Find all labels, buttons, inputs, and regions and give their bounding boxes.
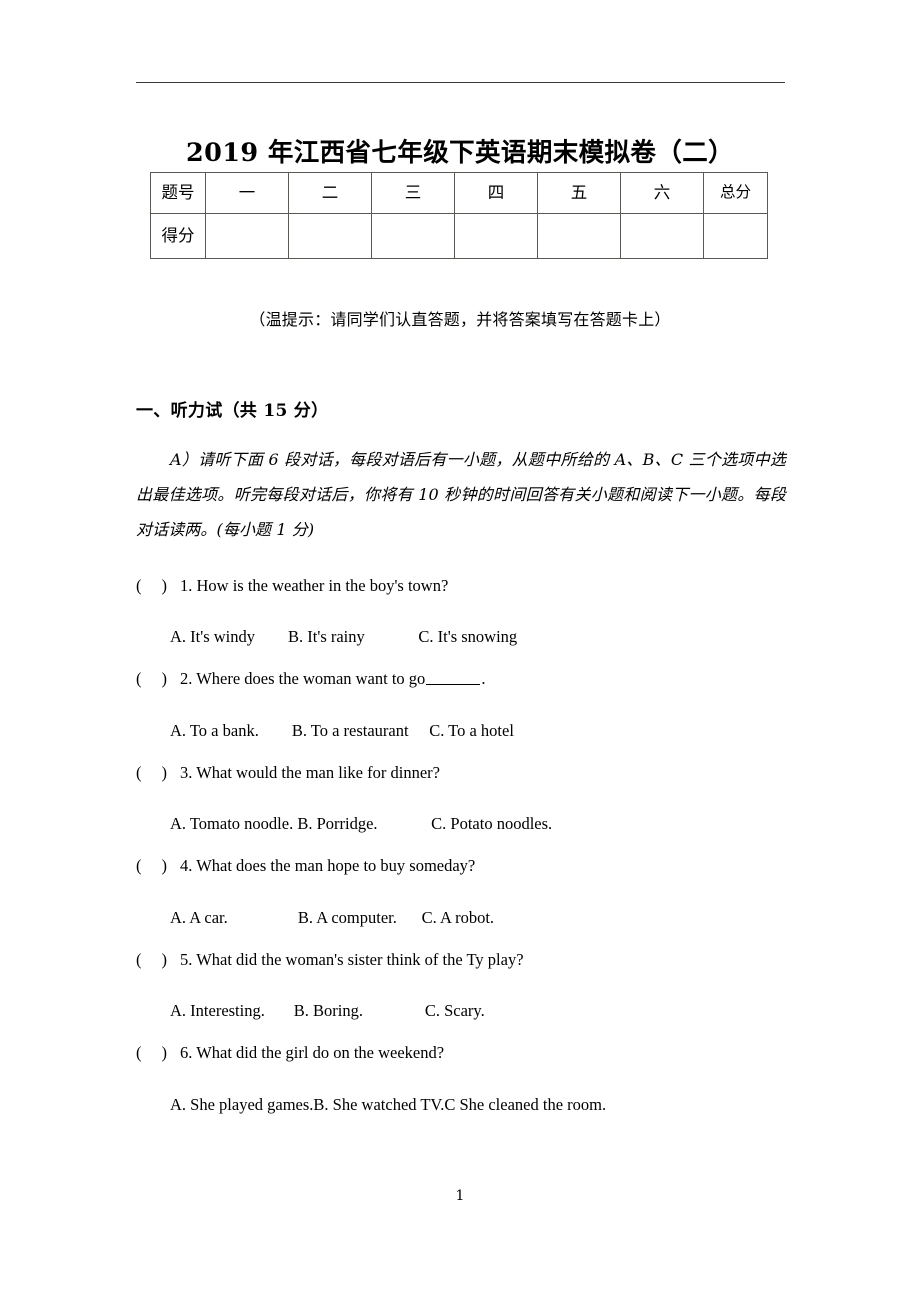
question-item: () 4. What does the man hope to buy somed…: [136, 854, 786, 931]
question-stem: () 3. What would the man like for dinner?: [136, 761, 786, 786]
score-table: 题号 一 二 三 四 五 六 总分 得分: [150, 172, 768, 259]
row-label-question-number: 题号: [150, 172, 206, 214]
score-cell-2[interactable]: [288, 213, 372, 259]
question-number: 6.: [180, 1043, 193, 1063]
column-header-4: 四: [454, 172, 538, 214]
table-row-question-numbers: 题号 一 二 三 四 五 六 总分: [150, 172, 768, 214]
question-stem: () 1. How is the weather in the boy's tow…: [136, 574, 786, 599]
question-number: 4.: [180, 856, 193, 876]
table-row-scores: 得分: [150, 213, 768, 259]
column-header-2: 二: [288, 172, 372, 214]
score-cell-6[interactable]: [620, 213, 704, 259]
question-text: Where does the woman want to go: [196, 669, 426, 689]
question-item: () 5. What did the woman's sister think o…: [136, 948, 786, 1025]
section-heading-listening: 一、听力试（共 15 分）: [136, 401, 329, 421]
score-cell-1[interactable]: [205, 213, 289, 259]
answer-bracket[interactable]: (): [136, 574, 180, 599]
question-stem: () 6. What did the girl do on the weekend…: [136, 1041, 786, 1066]
column-header-3: 三: [371, 172, 455, 214]
header-separator-rule: [136, 82, 785, 83]
question-item: () 6. What did the girl do on the weekend…: [136, 1041, 786, 1118]
question-text: How is the weather in the boy's town?: [196, 575, 449, 595]
column-header-1: 一: [205, 172, 289, 214]
exam-tip-note: （温提示：请同学们认直答题，并将答案填写在答题卡上）: [249, 310, 671, 329]
question-item: () 1. How is the weather in the boy's tow…: [136, 574, 786, 651]
answer-bracket[interactable]: (): [136, 761, 180, 786]
score-cell-total[interactable]: [703, 213, 768, 259]
score-cell-4[interactable]: [454, 213, 538, 259]
question-item: () 2. Where does the woman want to go. A.…: [136, 667, 786, 744]
question-item: () 3. What would the man like for dinner?…: [136, 761, 786, 838]
row-label-score: 得分: [150, 213, 206, 259]
fill-in-blank[interactable]: [426, 671, 481, 686]
section-directions: A）请听下面 6 段对话，每段对语后有一小题，从题中所给的 A、B、C 三个选项…: [136, 443, 786, 548]
column-header-total: 总分: [703, 172, 768, 214]
question-options[interactable]: A. Tomato noodle. B. Porridge. C. Potato…: [170, 812, 786, 837]
answer-bracket[interactable]: (): [136, 854, 180, 879]
question-number: 5.: [180, 949, 193, 969]
exam-page: 2019 年江西省七年级下英语期末模拟卷（二） 题号 一 二 三 四 五 六 总…: [0, 0, 920, 1302]
question-text: What does the man hope to buy someday?: [196, 856, 476, 876]
score-cell-5[interactable]: [537, 213, 621, 259]
question-number: 2.: [180, 669, 193, 689]
question-number: 3.: [180, 762, 193, 782]
score-table-container: 题号 一 二 三 四 五 六 总分 得分: [150, 172, 768, 259]
question-options[interactable]: A. Interesting. B. Boring. C. Scary.: [170, 999, 786, 1024]
column-header-6: 六: [620, 172, 704, 214]
directions-text: A）请听下面 6 段对话，每段对语后有一小题，从题中所给的 A、B、C 三个选项…: [136, 450, 786, 539]
question-text-tail: .: [481, 669, 486, 689]
answer-bracket[interactable]: (): [136, 1041, 180, 1066]
question-text: What did the woman's sister think of the…: [196, 949, 524, 969]
question-stem: () 4. What does the man hope to buy somed…: [136, 854, 786, 879]
question-options[interactable]: A. It's windy B. It's rainy C. It's snow…: [170, 625, 786, 650]
column-header-5: 五: [537, 172, 621, 214]
question-options[interactable]: A. To a bank. B. To a restaurant C. To a…: [170, 719, 786, 744]
question-stem: () 2. Where does the woman want to go.: [136, 667, 786, 692]
score-cell-3[interactable]: [371, 213, 455, 259]
question-number: 1.: [180, 575, 193, 595]
question-options[interactable]: A. A car. B. A computer. C. A robot.: [170, 906, 786, 931]
exam-content: 一、听力试（共 15 分） A）请听下面 6 段对话，每段对语后有一小题，从题中…: [136, 396, 786, 1135]
question-text: What would the man like for dinner?: [196, 762, 440, 782]
question-text: What did the girl do on the weekend?: [196, 1043, 445, 1063]
page-number: 1: [455, 1188, 465, 1204]
page-title: 2019 年江西省七年级下英语期末模拟卷（二）: [185, 138, 735, 169]
question-stem: () 5. What did the woman's sister think o…: [136, 948, 786, 973]
question-options[interactable]: A. She played games.B. She watched TV.C …: [170, 1093, 786, 1118]
answer-bracket[interactable]: (): [136, 948, 180, 973]
answer-bracket[interactable]: (): [136, 667, 180, 692]
